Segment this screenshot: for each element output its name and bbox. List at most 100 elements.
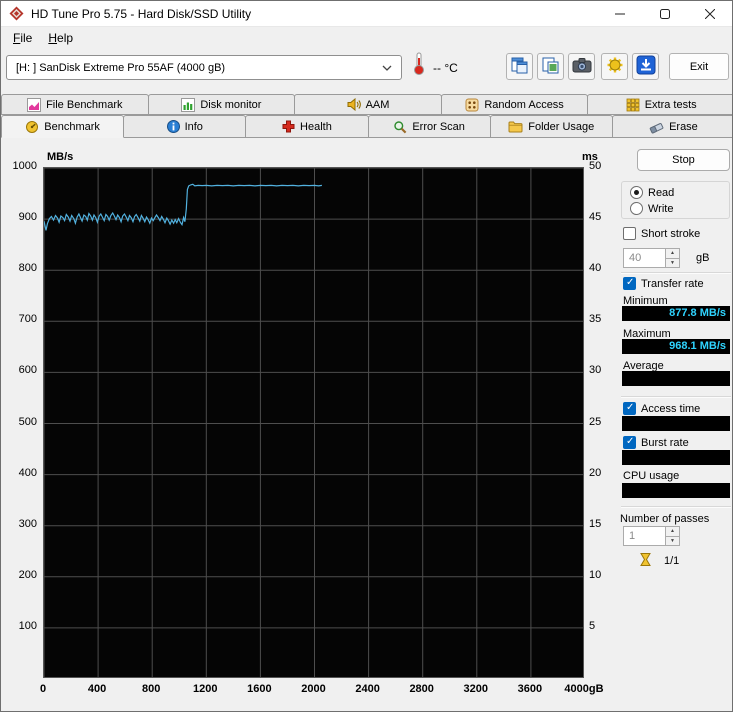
maximize-button[interactable] xyxy=(642,1,687,27)
toolbar: [H: ] SanDisk Extreme Pro 55AF (4000 gB)… xyxy=(1,48,732,88)
progress-indicator: 1/1 xyxy=(639,552,679,570)
exit-button[interactable]: Exit xyxy=(669,53,729,80)
passes-spin-buttons: ▲ ▼ xyxy=(665,526,680,546)
access-time-value xyxy=(622,416,730,431)
tab-health[interactable]: Health xyxy=(245,115,369,138)
short-stroke-checkbox[interactable] xyxy=(623,227,636,240)
minimum-value: 877.8 MB/s xyxy=(622,306,730,321)
tab-extra-tests[interactable]: Extra tests xyxy=(587,94,732,115)
transfer-rate-row: Transfer rate xyxy=(623,277,704,290)
write-radio[interactable] xyxy=(630,202,643,215)
burst-rate-value xyxy=(622,450,730,465)
copy-image-icon xyxy=(541,56,560,78)
tab-info[interactable]: Info xyxy=(123,115,247,138)
tab-aam[interactable]: AAM xyxy=(294,94,442,115)
random-access-icon xyxy=(465,98,479,112)
tab-page-benchmark: MB/s ms 100 5 200 10 300 15 400 20 500 25 600 30 700… xyxy=(1,137,732,711)
separator xyxy=(621,506,731,507)
y-axis-unit-left: MB/s xyxy=(47,151,74,163)
magnifier-icon xyxy=(393,120,407,134)
copy-info-button[interactable] xyxy=(506,53,533,80)
tab-file-benchmark[interactable]: File Benchmark xyxy=(1,94,149,115)
y-axis-tick-right: 25 xyxy=(589,415,602,428)
tab-label: Erase xyxy=(669,120,698,133)
tab-label: Disk monitor xyxy=(200,98,262,111)
write-label: Write xyxy=(648,202,674,215)
short-stroke-value[interactable]: 40 xyxy=(623,248,665,268)
transfer-rate-checkbox[interactable] xyxy=(623,277,636,290)
tab-folder-usage[interactable]: Folder Usage xyxy=(489,115,613,138)
camera-icon xyxy=(572,57,592,76)
separator xyxy=(621,272,731,273)
menubar: File Help xyxy=(1,27,732,48)
cpu-usage-label: CPU usage xyxy=(623,470,680,482)
passes-spinner: 1 ▲ ▼ xyxy=(623,526,680,546)
short-stroke-spinner: 40 ▲ ▼ xyxy=(623,248,680,268)
file-benchmark-icon xyxy=(27,97,42,112)
eraser-icon xyxy=(649,120,664,134)
tab-label: Random Access xyxy=(484,98,564,111)
progress-icon xyxy=(639,552,652,570)
results-icon xyxy=(606,56,624,77)
tab-random-access[interactable]: Random Access xyxy=(440,94,589,115)
transfer-rate-label: Transfer rate xyxy=(641,277,704,290)
screenshot-button[interactable] xyxy=(568,53,595,80)
menu-file[interactable]: File xyxy=(5,29,40,47)
tab-benchmark[interactable]: Benchmark xyxy=(1,115,125,138)
spin-up-button[interactable]: ▲ xyxy=(665,248,680,259)
cpu-usage-value xyxy=(622,483,730,498)
tab-label: Health xyxy=(300,120,332,133)
benchmark-chart: MB/s ms 100 5 200 10 300 15 400 20 500 25 600 30 700… xyxy=(1,138,621,711)
y-axis-tick-left: 700 xyxy=(18,313,37,326)
tab-error-scan[interactable]: Error Scan xyxy=(367,115,491,138)
stop-button[interactable]: Stop xyxy=(637,149,730,171)
x-axis-tick: 2400 xyxy=(355,683,380,695)
close-button[interactable] xyxy=(687,1,732,27)
copy-info-icon xyxy=(510,56,529,78)
access-time-checkbox[interactable] xyxy=(623,402,636,415)
spin-down-button[interactable]: ▼ xyxy=(665,536,680,546)
info-icon xyxy=(166,120,180,133)
short-stroke-spin-buttons: ▲ ▼ xyxy=(665,248,680,268)
plot-area xyxy=(43,167,584,678)
read-option: Read xyxy=(630,186,674,199)
tab-label: Benchmark xyxy=(44,120,100,133)
chevron-down-icon xyxy=(382,62,392,74)
y-axis-tick-right: 30 xyxy=(589,364,602,377)
copy-image-button[interactable] xyxy=(537,53,564,80)
y-axis-tick-left: 100 xyxy=(18,619,37,632)
save-button[interactable] xyxy=(632,53,659,80)
app-icon xyxy=(9,6,24,21)
tab-label: Extra tests xyxy=(644,98,697,111)
average-value xyxy=(622,371,730,386)
drive-select[interactable]: [H: ] SanDisk Extreme Pro 55AF (4000 gB) xyxy=(6,55,402,80)
app-window: HD Tune Pro 5.75 - Hard Disk/SSD Utility… xyxy=(0,0,733,712)
tab-disk-monitor[interactable]: Disk monitor xyxy=(147,94,296,115)
tab-label: AAM xyxy=(365,98,390,111)
y-axis-tick-left: 800 xyxy=(18,262,37,275)
x-axis-tick: 400 xyxy=(87,683,107,695)
x-axis-tick: 2000 xyxy=(301,683,326,695)
y-axis-tick-right: 50 xyxy=(589,160,602,172)
window-controls xyxy=(597,1,732,27)
spin-up-button[interactable]: ▲ xyxy=(665,526,680,537)
passes-value[interactable]: 1 xyxy=(623,526,665,546)
x-axis-tick: 1600 xyxy=(247,683,272,695)
y-axis-tick-left: 1000 xyxy=(12,160,37,172)
x-axis-tick: 4000gB xyxy=(564,683,604,695)
burst-rate-checkbox[interactable] xyxy=(623,436,636,449)
window-title: HD Tune Pro 5.75 - Hard Disk/SSD Utility xyxy=(31,6,252,21)
titlebar: HD Tune Pro 5.75 - Hard Disk/SSD Utility xyxy=(1,1,732,27)
access-time-row: Access time xyxy=(623,402,700,415)
y-axis-tick-left: 600 xyxy=(18,364,37,377)
menu-help[interactable]: Help xyxy=(40,29,81,47)
x-axis-tick: 3200 xyxy=(463,683,489,695)
results-button[interactable] xyxy=(601,53,628,80)
y-axis-tick-left: 200 xyxy=(18,568,37,581)
short-stroke-unit: gB xyxy=(696,252,710,264)
read-radio[interactable] xyxy=(630,186,643,199)
spin-down-button[interactable]: ▼ xyxy=(665,258,680,268)
write-option: Write xyxy=(630,202,673,215)
tab-erase[interactable]: Erase xyxy=(611,115,732,138)
minimize-button[interactable] xyxy=(597,1,642,27)
